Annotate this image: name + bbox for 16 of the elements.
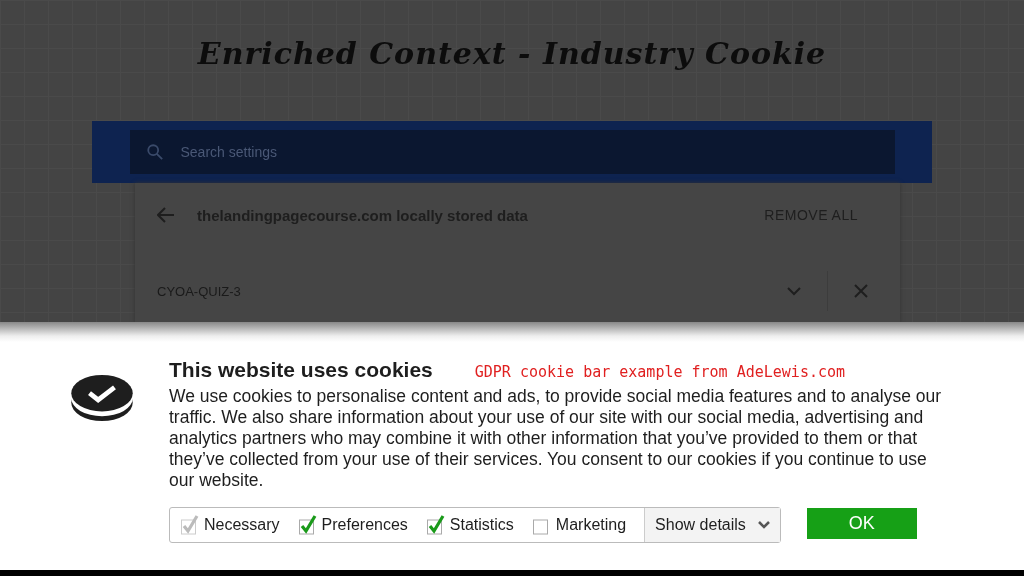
expand-chevron-icon[interactable] xyxy=(787,286,801,296)
search-field[interactable]: Search settings xyxy=(129,130,895,174)
checkbox[interactable] xyxy=(425,515,446,535)
checkbox-label[interactable]: Preferences xyxy=(321,516,408,534)
show-details-button[interactable]: Show details xyxy=(644,508,780,542)
annotation-text: GDPR cookie bar example from AdeLewis.com xyxy=(474,363,846,381)
cookie-notice-text: We use cookies to personalise content and ads, to provide social media features and to analyse our traffic. We also share information about your use of our site with our social media, advertising and analytics partners who may combine it with other information that you’ve provided to them or that they’ve collected from your use of their services. You consent to our cookies if you continue to use our website. xyxy=(169,386,943,491)
cookie-bar-title: This website uses cookies xyxy=(169,358,433,382)
slide-title: Enriched Context - Industry Cookie xyxy=(197,36,827,71)
checkbox-label[interactable]: Marketing xyxy=(555,516,627,534)
checkbox-label[interactable]: Statistics xyxy=(449,516,514,534)
cookie-check-icon xyxy=(70,374,134,422)
checkbox[interactable] xyxy=(297,515,318,535)
chevron-down-icon xyxy=(757,521,770,529)
back-arrow-icon[interactable] xyxy=(157,207,175,223)
close-icon[interactable] xyxy=(854,284,868,298)
